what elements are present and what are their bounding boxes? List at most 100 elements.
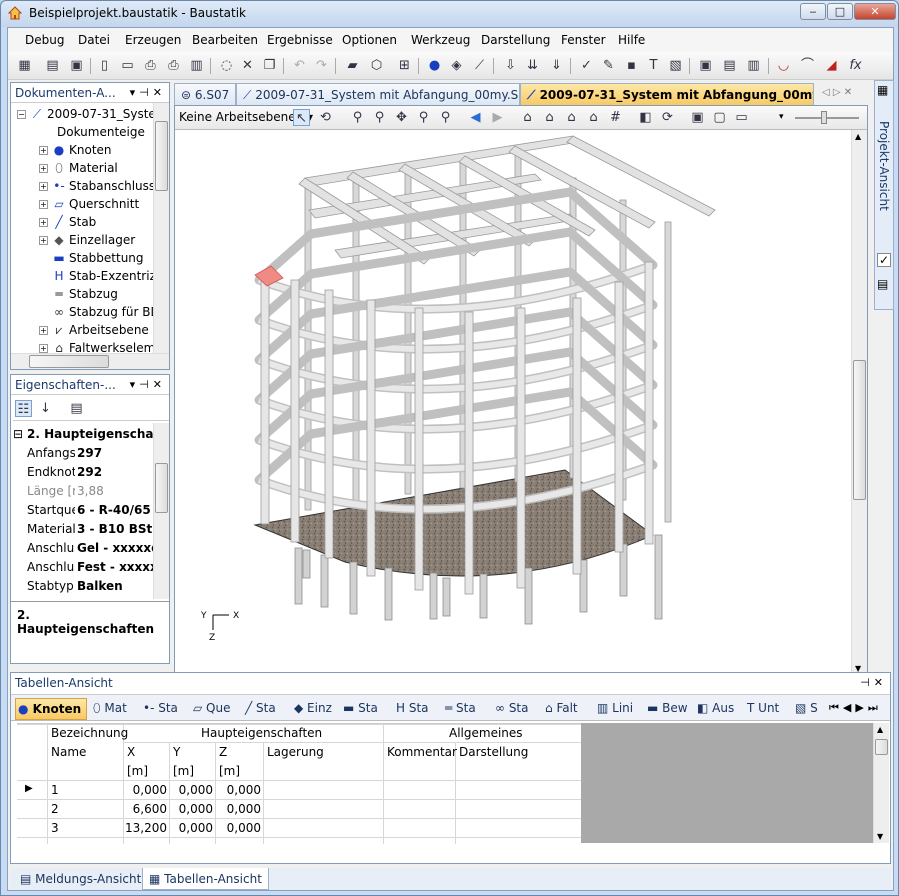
folder-icon[interactable]: ▰ (344, 57, 361, 74)
table-tab-s[interactable]: ▧ S (793, 698, 820, 720)
results-icon[interactable]: ▤ (721, 57, 738, 74)
table-tab-stabbettung[interactable]: ▬ Sta (341, 698, 380, 720)
print-preview-icon[interactable]: ⎙ (142, 57, 159, 74)
explorer-hscrollbar[interactable] (11, 353, 169, 369)
tree-item-querschnitt[interactable]: + ▱ Querschnitt (39, 197, 139, 215)
tab-system-active[interactable]: ⟋ 2009-07-31_System mit Abfangung_00my.S… (520, 83, 814, 105)
table-tab-aus[interactable]: ◧ Aus (695, 698, 736, 720)
table-vscrollbar[interactable]: ▲ ▼ (873, 723, 889, 843)
support-icon[interactable]: ◈ (448, 57, 465, 74)
menu-werkzeug[interactable]: Werkzeug (411, 33, 470, 47)
project-view-sidebar[interactable]: ▦ Projekt-Ansicht ✓ ▤ (874, 80, 894, 310)
overflow-icon[interactable]: ▾ (779, 112, 784, 122)
panel-buttons[interactable]: ⊣✕ (860, 676, 887, 689)
hatch-icon[interactable]: ▧ (667, 57, 684, 74)
render-icon[interactable]: ◧ (637, 109, 654, 126)
table-tab-falt[interactable]: ⌂ Falt (543, 698, 580, 720)
delete-icon[interactable]: ✕ (239, 57, 256, 74)
menu-bearbeiten[interactable]: Bearbeiten (192, 33, 258, 47)
load-icon-3[interactable]: ⇓ (548, 57, 565, 74)
zoom-all-icon[interactable]: ⚲ (437, 109, 454, 126)
col-z[interactable]: Z (219, 745, 227, 759)
col-y[interactable]: Y (173, 745, 180, 759)
categorized-icon[interactable]: ☷ (15, 400, 32, 417)
property-row[interactable]: Material 3 - B10 BSt2 (11, 522, 163, 541)
frame-icon-1[interactable]: ▣ (689, 109, 706, 126)
table-tab-exzentrizitaet[interactable]: H Sta (394, 698, 431, 720)
doc-icon[interactable]: ▯ (96, 57, 113, 74)
model-viewer[interactable]: Keine Arbeitsebenen ▾ ↖ ⟲ ⚲ ⚲ ✥ ⚲ ⚲ ◀ ▶ … (174, 105, 868, 692)
tree-item-stabzug-bd[interactable]: ∞ Stabzug für BD (52, 305, 160, 323)
save-icon[interactable]: ▣ (68, 57, 85, 74)
grid-icon[interactable]: # (607, 109, 624, 126)
panel-toggle-icon[interactable]: ▤ (877, 277, 888, 291)
tab-tabellen-ansicht[interactable]: ▦ Tabellen-Ansicht (142, 868, 269, 890)
property-row[interactable]: AnschlusFest - xxxxx (11, 560, 163, 579)
pan-icon[interactable]: ✥ (393, 109, 410, 126)
new-icon[interactable]: ▦ (16, 57, 33, 74)
properties-vscrollbar[interactable] (153, 423, 169, 599)
tree-item-stabzug[interactable]: ═ Stabzug (52, 287, 117, 305)
maximize-button[interactable]: □ (827, 3, 853, 20)
close-button[interactable]: ✕ (854, 3, 896, 20)
table-tab-einzellager[interactable]: ◆ Einz (292, 698, 334, 720)
print-icon[interactable]: ⎙ (165, 57, 182, 74)
structure-3d-view[interactable]: Y X Z (175, 130, 851, 670)
table-row-x[interactable]: 6,600 (127, 802, 167, 816)
beam-icon[interactable]: ⟋ (471, 57, 488, 74)
table-row-name[interactable]: 2 (51, 802, 59, 816)
zoom-window-icon[interactable]: ⚲ (415, 109, 432, 126)
collapse-icon[interactable]: ⊟ (13, 427, 23, 441)
t-section-icon[interactable]: T (645, 57, 662, 74)
calc-icon[interactable]: ▣ (697, 57, 714, 74)
tab-meldungs-ansicht[interactable]: ▤ Meldungs-Ansicht (14, 868, 147, 890)
menu-optionen[interactable]: Optionen (342, 33, 397, 47)
menu-debug[interactable]: Debug (25, 33, 64, 47)
pointer-icon[interactable]: ↖ (293, 109, 310, 126)
property-row[interactable]: Länge [m3,88 (11, 484, 163, 503)
view-home-icon[interactable]: ⌂ (563, 109, 580, 126)
table-tab-querschnitt[interactable]: ▱ Que (191, 698, 232, 720)
menu-darstellung[interactable]: Darstellung (481, 33, 550, 47)
col-darstellung[interactable]: Darstellung (459, 745, 528, 759)
col-kommentar[interactable]: Kommentar (387, 745, 457, 759)
panel-buttons[interactable]: ▾⊣✕ (130, 86, 166, 99)
section-icon[interactable]: ▪ (623, 57, 640, 74)
tab-system-1[interactable]: ⟋ 2009-07-31_System mit Abfangung_00my.S… (236, 83, 520, 105)
redo-icon[interactable]: ↷ (313, 57, 330, 74)
check-icon[interactable]: ✓ (578, 57, 595, 74)
tree-item-stabbettung[interactable]: ▬ Stabbettung (52, 251, 143, 269)
copy-icon[interactable]: ❐ (261, 57, 278, 74)
network-icon[interactable]: ⊞ (396, 57, 413, 74)
table-row-y[interactable]: 0,000 (173, 821, 213, 835)
explorer-vscrollbar[interactable] (153, 103, 169, 353)
menu-erzeugen[interactable]: Erzeugen (125, 33, 181, 47)
table-tab-stab[interactable]: ╱ Sta (243, 698, 278, 720)
property-row[interactable]: Anfangsl 297 (11, 446, 163, 465)
panel-buttons[interactable]: ▾⊣✕ (130, 378, 166, 391)
formula-icon[interactable]: fx (847, 57, 864, 74)
menu-fenster[interactable]: Fenster (561, 33, 606, 47)
tree-item-arbeitsebene[interactable]: + ⩗ Arbeitsebene (39, 323, 149, 341)
menu-datei[interactable]: Datei (78, 33, 110, 47)
view-top-icon[interactable]: ⌂ (585, 109, 602, 126)
table-row-x[interactable]: 0,000 (127, 783, 167, 797)
table-row-x[interactable]: 13,200 (121, 821, 167, 835)
open-icon[interactable]: ▤ (44, 57, 61, 74)
sort-alpha-icon[interactable]: ↓ (37, 400, 54, 417)
property-row[interactable]: Startque 6 - R-40/65 (11, 503, 163, 522)
load-icon-1[interactable]: ⇩ (502, 57, 519, 74)
project-view-label[interactable]: Projekt-Ansicht (877, 121, 891, 211)
minimize-button[interactable]: ‒ (800, 3, 826, 20)
col-x[interactable]: X (127, 745, 135, 759)
table-row-z[interactable]: 0,000 (219, 783, 261, 797)
load-icon-2[interactable]: ⇊ (524, 57, 541, 74)
property-section-header[interactable]: ⊟2. Haupteigenschaften (11, 427, 163, 446)
frame-icon-3[interactable]: ▭ (733, 109, 750, 126)
table-tab-stabzug-bd[interactable]: ∞ Sta (493, 698, 531, 720)
viewer-vscrollbar[interactable]: ▲ ▼ (851, 130, 867, 675)
view-3d-icon[interactable]: ⌂ (519, 109, 536, 126)
shear-icon[interactable]: ◢ (823, 57, 840, 74)
table-row-y[interactable]: 0,000 (173, 802, 213, 816)
table-tab-bewehrung[interactable]: ▬ Bew (645, 698, 690, 720)
